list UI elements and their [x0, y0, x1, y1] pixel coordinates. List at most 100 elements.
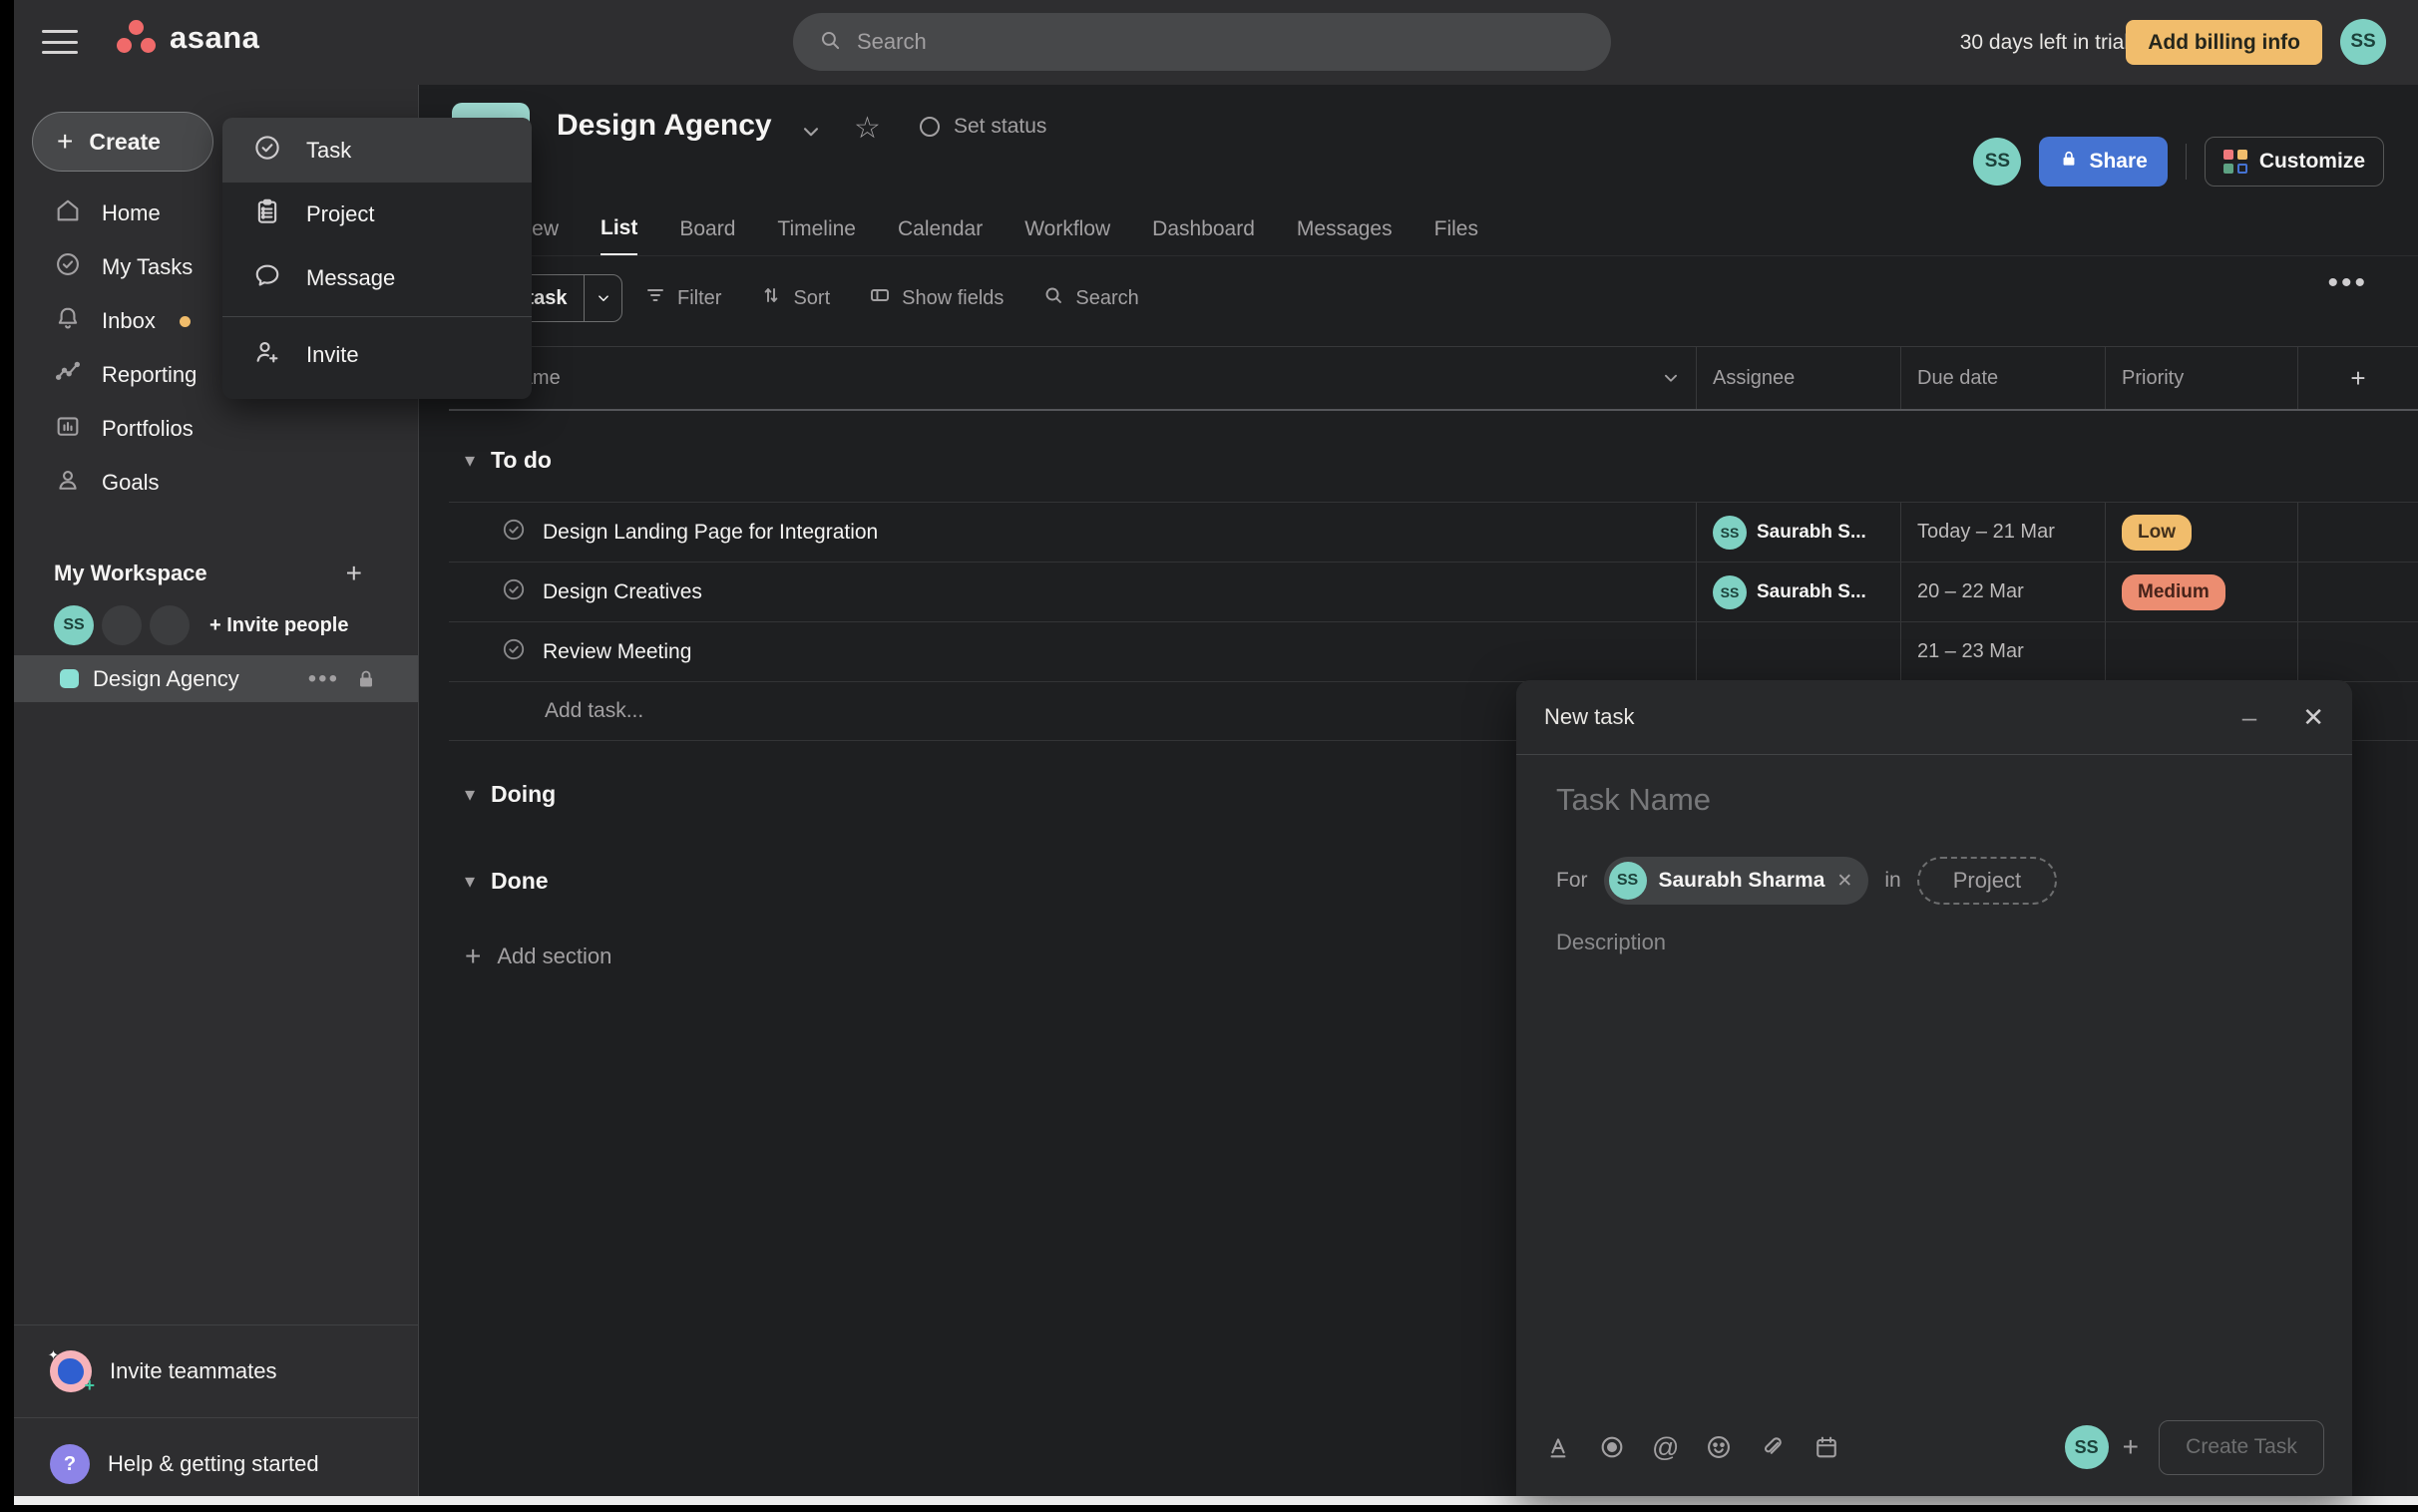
sidebar-item-portfolios[interactable]: Portfolios	[14, 402, 418, 456]
member-avatar[interactable]: SS	[1973, 138, 2021, 186]
tab-timeline[interactable]: Timeline	[777, 202, 856, 256]
calendar-icon[interactable]	[1813, 1433, 1840, 1461]
member-avatar[interactable]: SS	[54, 605, 94, 645]
project-color-swatch	[60, 669, 79, 688]
table-row[interactable]: Design Landing Page for Integration SS S…	[449, 502, 2418, 562]
menu-item-message[interactable]: Message	[222, 246, 532, 310]
create-task-button[interactable]: Create Task	[2159, 1420, 2324, 1475]
section-label: To do	[491, 447, 552, 474]
asana-app: asana 30 days left in trial Add billing …	[0, 0, 2418, 1512]
tab-messages[interactable]: Messages	[1297, 202, 1393, 256]
lock-icon	[354, 667, 378, 691]
task-check-icon[interactable]	[501, 576, 527, 608]
priority-badge[interactable]: Medium	[2122, 574, 2225, 610]
add-task-dropdown[interactable]	[584, 275, 621, 321]
star-icon[interactable]: ☆	[854, 111, 881, 146]
priority-badge[interactable]: Low	[2122, 515, 2192, 551]
project-selector[interactable]: Project	[1917, 857, 2057, 905]
section-done[interactable]: ▾ Done	[465, 868, 549, 895]
tab-files[interactable]: Files	[1434, 202, 1478, 256]
task-name[interactable]: Review Meeting	[543, 640, 691, 664]
due-date[interactable]: Today – 21 Mar	[1917, 521, 2055, 544]
assignee-pill[interactable]: SS Saurabh Sharma ✕	[1604, 857, 1869, 905]
task-name[interactable]: Design Landing Page for Integration	[543, 521, 878, 545]
more-options-icon[interactable]: •••	[2327, 266, 2368, 300]
menu-item-project[interactable]: Project	[222, 183, 532, 246]
tab-calendar[interactable]: Calendar	[898, 202, 983, 256]
share-button[interactable]: Share	[2039, 137, 2167, 187]
global-search[interactable]	[793, 13, 1611, 71]
divider	[2186, 144, 2187, 180]
assignee-chip[interactable]: SS Saurabh S...	[1713, 516, 1866, 550]
workspace-add-icon[interactable]: +	[346, 548, 362, 599]
sidebar-project-design-agency[interactable]: Design Agency •••	[14, 655, 418, 702]
close-icon[interactable]: ✕	[2302, 702, 2324, 733]
help-label: Help & getting started	[108, 1451, 319, 1477]
sort-button[interactable]: Sort	[759, 283, 830, 313]
triangle-down-icon[interactable]: ▾	[465, 782, 475, 807]
mention-icon[interactable]: @	[1652, 1434, 1679, 1461]
person-plus-icon	[252, 337, 282, 373]
tab-list[interactable]: List	[601, 202, 637, 256]
empty-priority-cell[interactable]	[2105, 622, 2297, 681]
chevron-down-icon[interactable]	[798, 119, 824, 150]
tab-board[interactable]: Board	[679, 202, 735, 256]
list-search-button[interactable]: Search	[1041, 283, 1138, 313]
assignee-name: Saurabh Sharma	[1659, 869, 1825, 893]
filter-button[interactable]: Filter	[643, 283, 721, 313]
add-column-button[interactable]: +	[2297, 347, 2418, 409]
menu-item-invite[interactable]: Invite	[222, 323, 532, 387]
empty-assignee-cell[interactable]	[1696, 622, 1900, 681]
search-input[interactable]	[857, 29, 1555, 55]
column-due-date[interactable]: Due date	[1900, 347, 2105, 409]
add-collaborator-icon[interactable]: +	[2123, 1431, 2139, 1463]
tab-workflow[interactable]: Workflow	[1024, 202, 1110, 256]
triangle-down-icon[interactable]: ▾	[465, 869, 475, 894]
chevron-down-icon[interactable]	[1660, 367, 1682, 395]
column-priority[interactable]: Priority	[2105, 347, 2297, 409]
page-title: Design Agency	[557, 109, 772, 143]
inbox-unread-dot	[180, 316, 191, 327]
sidebar-item-goals[interactable]: Goals	[14, 456, 418, 510]
description-input[interactable]	[1556, 930, 2294, 1309]
column-assignee[interactable]: Assignee	[1696, 347, 1900, 409]
section-doing[interactable]: ▾ Doing	[465, 781, 556, 808]
set-status-button[interactable]: Set status	[920, 115, 1046, 139]
menu-item-task[interactable]: Task	[222, 118, 532, 183]
user-avatar[interactable]: SS	[2340, 19, 2386, 65]
show-fields-label: Show fields	[902, 287, 1004, 310]
show-fields-button[interactable]: Show fields	[868, 283, 1004, 313]
due-date[interactable]: 20 – 22 Mar	[1917, 580, 2024, 603]
table-row[interactable]: Design Creatives SS Saurabh S... 20 – 22…	[449, 562, 2418, 621]
remove-assignee-icon[interactable]: ✕	[1836, 870, 1852, 893]
task-check-icon[interactable]	[501, 517, 527, 549]
task-name[interactable]: Design Creatives	[543, 580, 702, 604]
attachment-icon[interactable]	[1759, 1433, 1787, 1461]
add-section-button[interactable]: + Add section	[465, 943, 611, 970]
column-task-name[interactable]: Task name	[449, 347, 1696, 409]
minimize-icon[interactable]: –	[2242, 702, 2256, 733]
section-todo[interactable]: ▾ To do	[465, 447, 552, 474]
customize-button[interactable]: Customize	[2205, 137, 2384, 187]
table-row[interactable]: Review Meeting 21 – 23 Mar	[449, 621, 2418, 681]
tab-dashboard[interactable]: Dashboard	[1152, 202, 1255, 256]
modal-title: New task	[1544, 704, 1634, 730]
text-format-icon[interactable]	[1544, 1433, 1572, 1461]
task-check-icon[interactable]	[501, 636, 527, 668]
invite-people-link[interactable]: + Invite people	[209, 614, 348, 637]
record-icon[interactable]	[1598, 1433, 1626, 1461]
create-button[interactable]: + Create	[32, 112, 213, 172]
customize-label: Customize	[2259, 150, 2365, 174]
hamburger-menu-icon[interactable]	[42, 26, 80, 58]
creator-avatar[interactable]: SS	[2065, 1425, 2109, 1469]
triangle-down-icon[interactable]: ▾	[465, 448, 475, 473]
bell-icon	[54, 304, 82, 338]
status-circle-icon	[920, 117, 940, 137]
emoji-icon[interactable]	[1705, 1433, 1733, 1461]
due-date[interactable]: 21 – 23 Mar	[1917, 640, 2024, 663]
add-billing-info-button[interactable]: Add billing info	[2126, 20, 2322, 65]
invite-teammates-row[interactable]: ✦+ Invite teammates	[14, 1324, 418, 1417]
project-more-icon[interactable]: •••	[308, 665, 339, 693]
assignee-chip[interactable]: SS Saurabh S...	[1713, 575, 1866, 609]
task-name-input[interactable]	[1556, 782, 2294, 818]
